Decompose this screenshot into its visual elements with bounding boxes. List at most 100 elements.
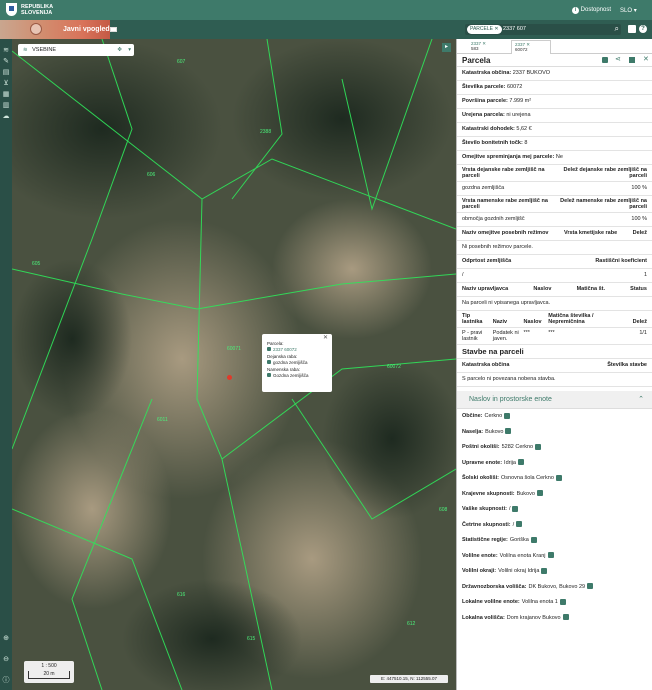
popup-dejanska-value: gozdna zemljišča — [267, 360, 327, 366]
share-icon[interactable] — [536, 490, 543, 497]
lastnik-table-header: Tip lastnika Naziv Naslov Matična številka … — [457, 311, 652, 328]
dejanska-table-header: Vrsta dejanske rabe zemljišč na parceli D… — [457, 165, 652, 182]
search-chip[interactable]: PARCELE ✕ — [467, 25, 502, 34]
popup-parcel-value[interactable]: 2337 60072 — [267, 347, 327, 353]
enota-value: Volilna enota 1 — [521, 599, 558, 605]
parcel-number-label: 6011 — [157, 417, 168, 423]
close-icon[interactable]: ✕ — [643, 55, 649, 63]
share-icon[interactable] — [517, 459, 524, 466]
tock-row: Število bonitetnih točk: 8 — [457, 137, 652, 151]
detail-panel: 2337 ✕ 583 2337 ✕ 60072 Parcela ⋖ ✕ Kata… — [456, 39, 652, 690]
cloud-icon[interactable]: ☁ — [0, 111, 12, 122]
enota-label: Vaške skupnosti: — [462, 506, 507, 512]
enota-label: Naselja: — [462, 428, 484, 435]
parcel-number-label: 60072 — [387, 364, 401, 370]
enota-value: Bukovo — [485, 428, 504, 435]
scale-bar: 1 : 500 20 m — [24, 661, 74, 683]
parcel-number-label: 605 — [32, 261, 41, 267]
print-icon[interactable] — [629, 57, 635, 63]
panel-header: Parcela ⋖ ✕ — [457, 54, 652, 67]
language-select[interactable]: SLO ▾ — [620, 7, 637, 14]
notifications-icon[interactable] — [628, 25, 636, 33]
link-icon[interactable]: ⋖ — [615, 55, 621, 63]
enota-value: Dom krajanov Bukovo — [506, 614, 561, 621]
search-chip-label: PARCELE — [470, 26, 493, 32]
enota-label: Šolski okoliši: — [462, 475, 499, 481]
panel-title: Parcela — [462, 56, 491, 65]
share-icon[interactable] — [541, 567, 548, 574]
parcel-number-label: 607 — [177, 59, 186, 65]
enota-row: Naselja: Bukovo — [457, 425, 652, 441]
close-icon[interactable]: ✕ — [323, 335, 328, 342]
enota-value: Cerkno — [484, 413, 503, 419]
accessibility-link[interactable]: i Dostopnost — [572, 7, 611, 14]
location-marker — [227, 375, 232, 380]
zoom-in-icon[interactable]: ⊕ — [0, 633, 12, 644]
enota-row: Lokalne volilne enote: Volilna enota 1 — [457, 595, 652, 611]
enota-row: Državnozborska volišča: DK Bukovo, Bukovo… — [457, 580, 652, 596]
help-icon[interactable]: ? — [639, 25, 647, 33]
stavbe-title: Stavbe na parceli — [457, 345, 652, 359]
legend-swatch-icon — [267, 360, 271, 365]
info-popup: ✕ Parcela: 2337 60072 Dejanska raba: goz… — [262, 334, 332, 392]
enota-label: Lokalne volilne enote: — [462, 599, 520, 605]
enota-row: Vaške skupnosti: / — [457, 502, 652, 518]
namenska-table-header: Vrsta namenske rabe zemljišč na parceli D… — [457, 196, 652, 213]
measure-icon[interactable]: ▥ — [0, 100, 12, 111]
panel-toggle-button[interactable]: ▸ — [442, 43, 451, 52]
tab-parcel-583[interactable]: 2337 ✕ 583 — [471, 41, 486, 51]
search-icon[interactable]: ⌕ — [615, 24, 619, 34]
share-icon[interactable] — [559, 598, 566, 605]
share-icon[interactable] — [516, 521, 523, 528]
enota-row: Volilni okraji: Volilni okraj Idrija — [457, 564, 652, 580]
parcel-number-label: 606 — [147, 172, 156, 178]
left-toolbar: ≋ ✎ ▤ ⊻ ▦ ▥ ☁ ⊕ ⊖ ⓘ — [0, 39, 12, 690]
map-view[interactable]: 607 2388 606 605 60071 60072 608 6011 616 615 612 … — [12, 39, 456, 690]
move-icon[interactable]: ✥ — [117, 44, 122, 56]
enote-list: Občine: Cerkno Naselja: Bukovo Poštni okoliš… — [457, 409, 652, 626]
namenska-table-row: območja gozdnih zemljišč 100 % — [457, 213, 652, 227]
layers-icon[interactable]: ≋ — [0, 45, 12, 56]
tab-sublabel-2: 60072 — [515, 47, 528, 52]
info-icon[interactable]: ⓘ — [0, 675, 12, 686]
print-icon[interactable]: ▦ — [0, 89, 12, 100]
document-icon[interactable]: ▤ — [0, 67, 12, 78]
enota-label: Statistične regije: — [462, 537, 508, 543]
share-icon[interactable] — [530, 536, 537, 543]
odprtost-table-row: /1 — [457, 269, 652, 283]
stavbe-note: S parcelo ni povezana nobena stavba. — [457, 373, 652, 387]
stavbe-table-header: Katastrska občina Številka stavbe — [457, 359, 652, 373]
enota-label: Volilne enote: — [462, 552, 498, 559]
share-icon[interactable] — [602, 57, 608, 63]
layer-select[interactable]: ≋ VSEBINE ✥ ▾ — [18, 44, 134, 56]
share-icon[interactable] — [504, 412, 511, 419]
tab-sublabel-1: 583 — [471, 46, 479, 51]
share-icon[interactable] — [547, 552, 554, 559]
top-bar: REPUBLIKA SLOVENIJA i Dostopnost SLO ▾ — [0, 0, 652, 20]
tab-parcel-60072[interactable]: 2337 ✕ 60072 — [511, 40, 551, 54]
search-box[interactable]: PARCELE ✕ 2337 607 ⌕ — [465, 24, 621, 35]
logo-line2: SLOVENIJA — [21, 10, 53, 16]
upravljavec-table-header: Naziv upravljavca Naslov Matična št. Status — [457, 283, 652, 297]
enota-row: Upravne enote: Idrija — [457, 456, 652, 472]
share-icon[interactable] — [535, 443, 542, 450]
app-title: Javni vpogled — [63, 26, 110, 33]
parcel-number-label: 608 — [439, 507, 448, 513]
share-icon[interactable] — [505, 428, 512, 435]
zoom-out-icon[interactable]: ⊖ — [0, 654, 12, 665]
search-input[interactable]: 2337 607 — [503, 26, 526, 32]
enota-label: Volilni okraji: — [462, 568, 497, 574]
naslov-section-header[interactable]: Naslov in prostorske enote ⌃ — [457, 391, 652, 409]
upravljavec-note: Na parceli ni vpisanega upravljavca. — [457, 297, 652, 311]
enota-row: Šolski okoliši: Osnovna šola Cerkno — [457, 471, 652, 487]
rezimi-table-header: Naziv omejitve posebnih režimov Vrsta kme… — [457, 227, 652, 241]
share-icon[interactable] — [562, 614, 569, 621]
share-icon[interactable] — [555, 474, 562, 481]
enota-label: Lokalna volišča: — [462, 614, 505, 621]
share-icon[interactable] — [587, 583, 594, 590]
enota-row: Volilne enote: Volilna enota Kranj — [457, 549, 652, 565]
pencil-icon[interactable]: ✎ — [0, 56, 12, 67]
cart-icon[interactable]: ⊻ — [0, 78, 12, 89]
government-logo[interactable]: REPUBLIKA SLOVENIJA — [21, 4, 53, 16]
share-icon[interactable] — [512, 505, 519, 512]
